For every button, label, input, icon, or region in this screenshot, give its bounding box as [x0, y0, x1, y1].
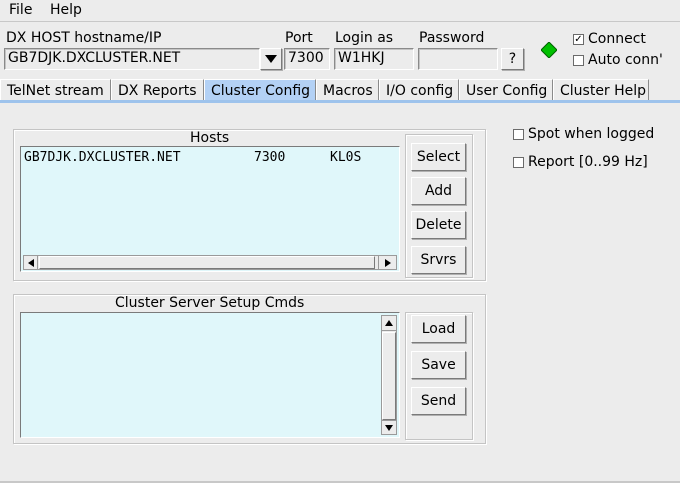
menu-help[interactable]: Help: [50, 2, 82, 18]
setup-cmds-title: Cluster Server Setup Cmds: [115, 295, 305, 311]
port-label: Port: [285, 30, 313, 46]
chevron-down-icon: [265, 55, 277, 63]
login-label: Login as: [335, 30, 394, 46]
login-cell: KL0S: [330, 150, 362, 165]
tab-underline: [0, 100, 680, 103]
host-input[interactable]: GB7DJK.DXCLUSTER.NET: [4, 48, 260, 70]
password-input[interactable]: [418, 48, 498, 70]
spot-when-logged-checkbox[interactable]: [513, 129, 524, 140]
hosts-hscrollbar[interactable]: [23, 255, 397, 270]
scroll-right-icon[interactable]: [378, 256, 396, 269]
setup-vscrollbar[interactable]: [381, 315, 397, 435]
scroll-down-icon[interactable]: [382, 420, 396, 434]
delete-button[interactable]: Delete: [411, 211, 466, 239]
tab-cluster-help[interactable]: Cluster Help: [553, 79, 649, 101]
tab-io-config[interactable]: I/O config: [379, 79, 459, 101]
password-label: Password: [419, 30, 485, 46]
hosts-list[interactable]: GB7DJK.DXCLUSTER.NET 7300 KL0S: [20, 146, 400, 272]
connection-status-icon: [541, 42, 557, 58]
tab-macros[interactable]: Macros: [316, 79, 379, 101]
tab-user-config[interactable]: User Config: [459, 79, 553, 101]
hosts-title: Hosts: [190, 130, 230, 146]
port-cell: 7300: [254, 150, 286, 165]
spot-when-logged-label: Spot when logged: [528, 126, 655, 142]
connect-label: Connect: [588, 31, 646, 47]
menu-bar: File Help: [0, 0, 680, 22]
host-cell: GB7DJK.DXCLUSTER.NET: [24, 150, 181, 165]
save-button[interactable]: Save: [411, 351, 466, 379]
autoconn-checkbox[interactable]: [573, 55, 584, 66]
tab-bar: TelNet stream DX Reports Cluster Config …: [0, 79, 680, 101]
menu-file[interactable]: File: [9, 2, 32, 18]
servers-button[interactable]: Srvrs: [411, 246, 466, 274]
help-button[interactable]: ?: [501, 48, 524, 70]
report-hz-checkbox[interactable]: [513, 157, 524, 168]
load-button[interactable]: Load: [411, 315, 466, 343]
select-button[interactable]: Select: [411, 143, 466, 171]
hscroll-thumb[interactable]: [39, 256, 375, 269]
tab-cluster-config[interactable]: Cluster Config: [204, 79, 316, 101]
report-hz-label: Report [0..99 Hz]: [528, 154, 648, 170]
autoconn-label: Auto conn': [588, 52, 663, 68]
table-row[interactable]: GB7DJK.DXCLUSTER.NET 7300 KL0S: [24, 150, 394, 166]
add-button[interactable]: Add: [411, 177, 466, 205]
scroll-up-icon[interactable]: [382, 316, 396, 331]
connect-checkbox[interactable]: ✓: [573, 34, 584, 45]
port-input[interactable]: 7300: [284, 48, 330, 70]
host-dropdown-button[interactable]: [260, 48, 282, 70]
host-label: DX HOST hostname/IP: [6, 30, 162, 46]
send-button[interactable]: Send: [411, 387, 466, 415]
tab-telnet-stream[interactable]: TelNet stream: [0, 79, 111, 101]
tab-dx-reports[interactable]: DX Reports: [111, 79, 204, 101]
setup-cmds-textarea[interactable]: [20, 312, 400, 438]
scroll-left-icon[interactable]: [24, 256, 38, 269]
vscroll-thumb[interactable]: [382, 332, 396, 420]
login-input[interactable]: W1HKJ: [334, 48, 414, 70]
